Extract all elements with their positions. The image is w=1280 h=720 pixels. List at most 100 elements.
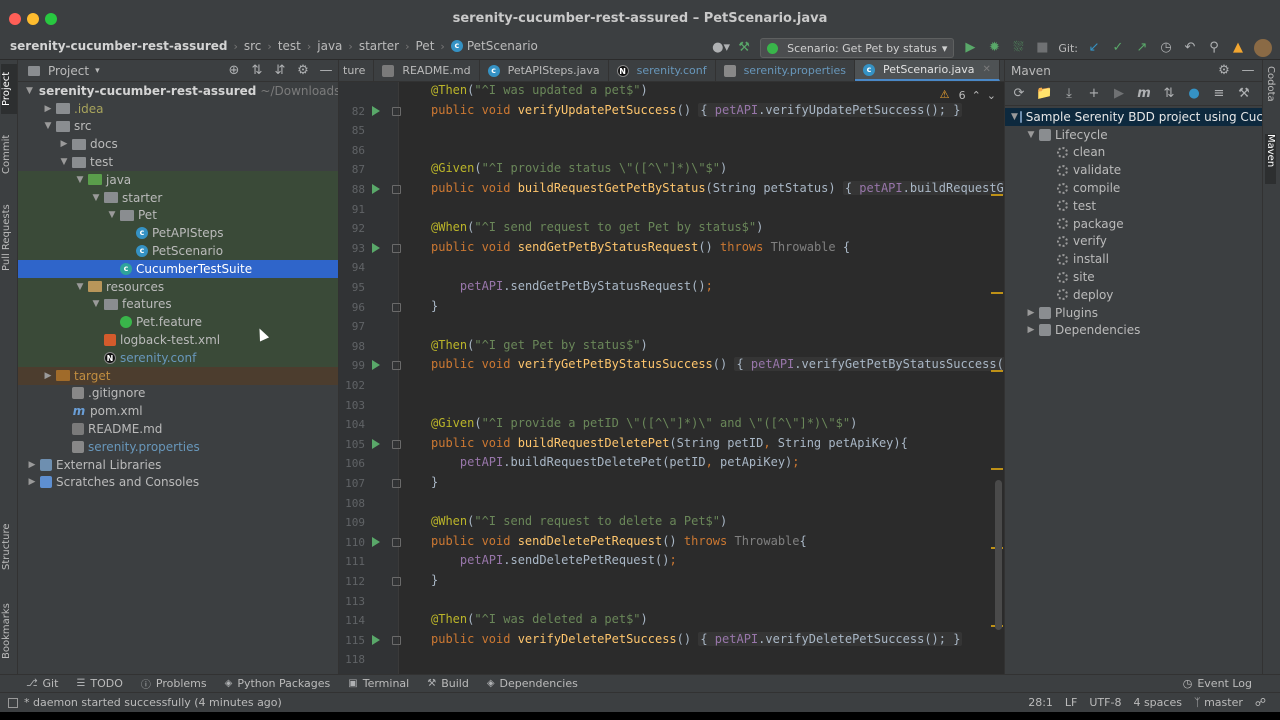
execute-goal-icon[interactable]: m [1136, 86, 1152, 102]
event-log-button[interactable]: ◷ Event Log [1183, 677, 1252, 690]
run-configuration-select[interactable]: Scenario: Get Pet by status ▾ [760, 38, 955, 58]
run-icon[interactable]: ▶ [962, 40, 978, 56]
tool-window-button[interactable]: ▣ Terminal [348, 677, 409, 690]
run-icon[interactable] [372, 242, 380, 253]
wrench-icon[interactable]: ⚒ [1236, 86, 1252, 102]
project-tree-item[interactable]: c CucumberTestSuite [18, 259, 338, 278]
editor-tab[interactable]: serenity.properties [716, 60, 856, 81]
run-icon[interactable] [372, 634, 380, 645]
git-branch[interactable]: ᛉ master [1194, 696, 1243, 709]
editor-scrollbar[interactable] [995, 480, 1002, 630]
tool-window-button[interactable]: ⎇ Git [26, 677, 58, 690]
breadcrumb-item[interactable]: starter [359, 39, 399, 53]
editor-tab[interactable]: c PetScenario.java ✕ [855, 60, 1000, 81]
hide-panel-icon[interactable]: — [318, 63, 334, 79]
project-tree-item[interactable]: ▼ resources [18, 277, 338, 296]
git-push-icon[interactable]: ↗ [1134, 40, 1150, 56]
tool-window-button[interactable]: ⚒ Build [427, 677, 469, 690]
tool-tab-project[interactable]: Project [1, 64, 17, 114]
editor-tab[interactable]: README.md [374, 60, 480, 81]
editor-tab[interactable]: c PetAPISteps.java [480, 60, 609, 81]
project-tree-item[interactable]: ▶ target [18, 366, 338, 385]
updates-icon[interactable]: ▲ [1230, 40, 1246, 56]
user-icon[interactable]: ●▾ [712, 40, 730, 56]
coverage-icon[interactable]: ⛆ [1010, 40, 1026, 56]
maven-goal-item[interactable]: package [1005, 215, 1263, 233]
skip-tests-icon[interactable]: ● [1186, 86, 1202, 102]
maven-goal-item[interactable]: deploy [1005, 286, 1263, 304]
chevron-right-icon[interactable]: ▶ [1025, 308, 1037, 318]
project-tree-item[interactable]: ▶ docs [18, 135, 338, 153]
indent-setting[interactable]: 4 spaces [1133, 696, 1182, 709]
collapse-all-icon[interactable]: ⇵ [272, 63, 288, 79]
warning-marker[interactable] [991, 370, 1003, 373]
chevron-down-icon[interactable]: ▼ [74, 175, 86, 185]
chevron-right-icon[interactable]: ▶ [26, 477, 38, 487]
chevron-down-icon[interactable]: ▼ [106, 210, 118, 220]
editor-tab[interactable]: ture [339, 60, 375, 81]
warning-marker[interactable] [991, 468, 1003, 471]
project-tree-item[interactable]: ▼ features [18, 295, 338, 314]
warning-marker[interactable] [991, 194, 1003, 196]
file-encoding[interactable]: UTF-8 [1089, 696, 1121, 709]
expand-all-icon[interactable]: ⇅ [249, 63, 265, 79]
locate-icon[interactable]: ⊕ [226, 63, 242, 79]
chevron-right-icon[interactable]: ▶ [58, 139, 70, 149]
project-tree-item[interactable]: ▼ src [18, 118, 338, 136]
search-icon[interactable]: ⚲ [1206, 40, 1222, 56]
chevron-down-icon[interactable]: ▼ [90, 299, 102, 309]
run-icon[interactable] [372, 360, 380, 371]
project-tree-item[interactable]: ▼ serenity-cucumber-rest-assured ~/Downloa… [18, 82, 338, 100]
maven-lifecycle-node[interactable]: ▼ Lifecycle [1005, 126, 1263, 144]
tool-tab-pull-requests[interactable]: Pull Requests [1, 196, 17, 280]
maven-goal-item[interactable]: validate [1005, 161, 1263, 179]
project-tree-item[interactable]: c PetAPISteps [18, 224, 338, 243]
chevron-right-icon[interactable]: ▶ [26, 460, 38, 470]
tool-window-button[interactable]: ☰ TODO [76, 677, 122, 690]
line-separator[interactable]: LF [1065, 696, 1077, 709]
breadcrumb-item[interactable]: serenity-cucumber-rest-assured [10, 39, 227, 53]
breadcrumb-item[interactable]: test [278, 39, 301, 53]
project-tree-item[interactable]: m pom.xml [18, 402, 338, 420]
maven-goal-item[interactable]: clean [1005, 144, 1263, 162]
tool-window-button[interactable]: ◈ Dependencies [487, 677, 578, 690]
run-icon[interactable] [372, 105, 380, 116]
status-message-area[interactable]: * daemon started successfully (4 minutes… [8, 696, 282, 709]
gear-icon[interactable]: ⚙ [295, 63, 311, 79]
gear-icon[interactable]: ⚙ [1216, 63, 1232, 79]
reload-icon[interactable]: ⟳ [1011, 86, 1027, 102]
project-tree-item[interactable]: ▼ test [18, 153, 338, 171]
chevron-right-icon[interactable]: ▶ [1025, 325, 1037, 335]
tool-tab-structure[interactable]: Structure [1, 516, 17, 578]
chevron-down-icon[interactable]: ▾ [95, 66, 100, 76]
hide-panel-icon[interactable]: — [1240, 63, 1256, 79]
tool-tab-codota[interactable]: Codota [1265, 66, 1276, 126]
breadcrumb-item[interactable]: PetScenario [467, 39, 538, 53]
run-icon[interactable]: ▶ [1111, 86, 1127, 102]
tool-tab-bookmarks[interactable]: Bookmarks [1, 596, 17, 666]
project-tree-item[interactable]: ▼ starter [18, 188, 338, 207]
project-tree-item[interactable]: ▼ Pet [18, 206, 338, 225]
tool-tab-commit[interactable]: Commit [1, 126, 17, 182]
maven-dependencies-node[interactable]: ▶ Dependencies [1005, 322, 1263, 340]
maven-goal-item[interactable]: verify [1005, 233, 1263, 251]
run-icon[interactable] [372, 438, 380, 449]
project-tree-item[interactable]: README.md [18, 420, 338, 438]
tool-window-button[interactable]: ⓘ Problems [141, 676, 207, 691]
run-icon[interactable] [372, 184, 380, 194]
maven-goal-item[interactable]: site [1005, 268, 1263, 286]
maven-plugins-node[interactable]: ▶ Plugins [1005, 304, 1263, 322]
project-tree-item[interactable]: ▶ .idea [18, 100, 338, 118]
editor-tab[interactable]: Nserenity.conf [609, 60, 716, 81]
caret-position[interactable]: 28:1 [1028, 696, 1053, 709]
breadcrumb-item[interactable]: src [244, 39, 262, 53]
code-area[interactable]: @Then("^I was updated a pet$") public voi… [399, 82, 1005, 674]
chevron-right-icon[interactable]: ▶ [42, 371, 54, 381]
project-tree-item[interactable]: c PetScenario [18, 242, 338, 260]
lock-icon[interactable]: ☍ [1255, 696, 1266, 709]
close-icon[interactable]: ✕ [983, 64, 991, 75]
stop-icon[interactable]: ■ [1034, 40, 1050, 56]
maven-goal-item[interactable]: install [1005, 250, 1263, 268]
add-icon[interactable]: + [1086, 86, 1102, 102]
toggle-offline-icon[interactable]: ⇅ [1161, 86, 1177, 102]
